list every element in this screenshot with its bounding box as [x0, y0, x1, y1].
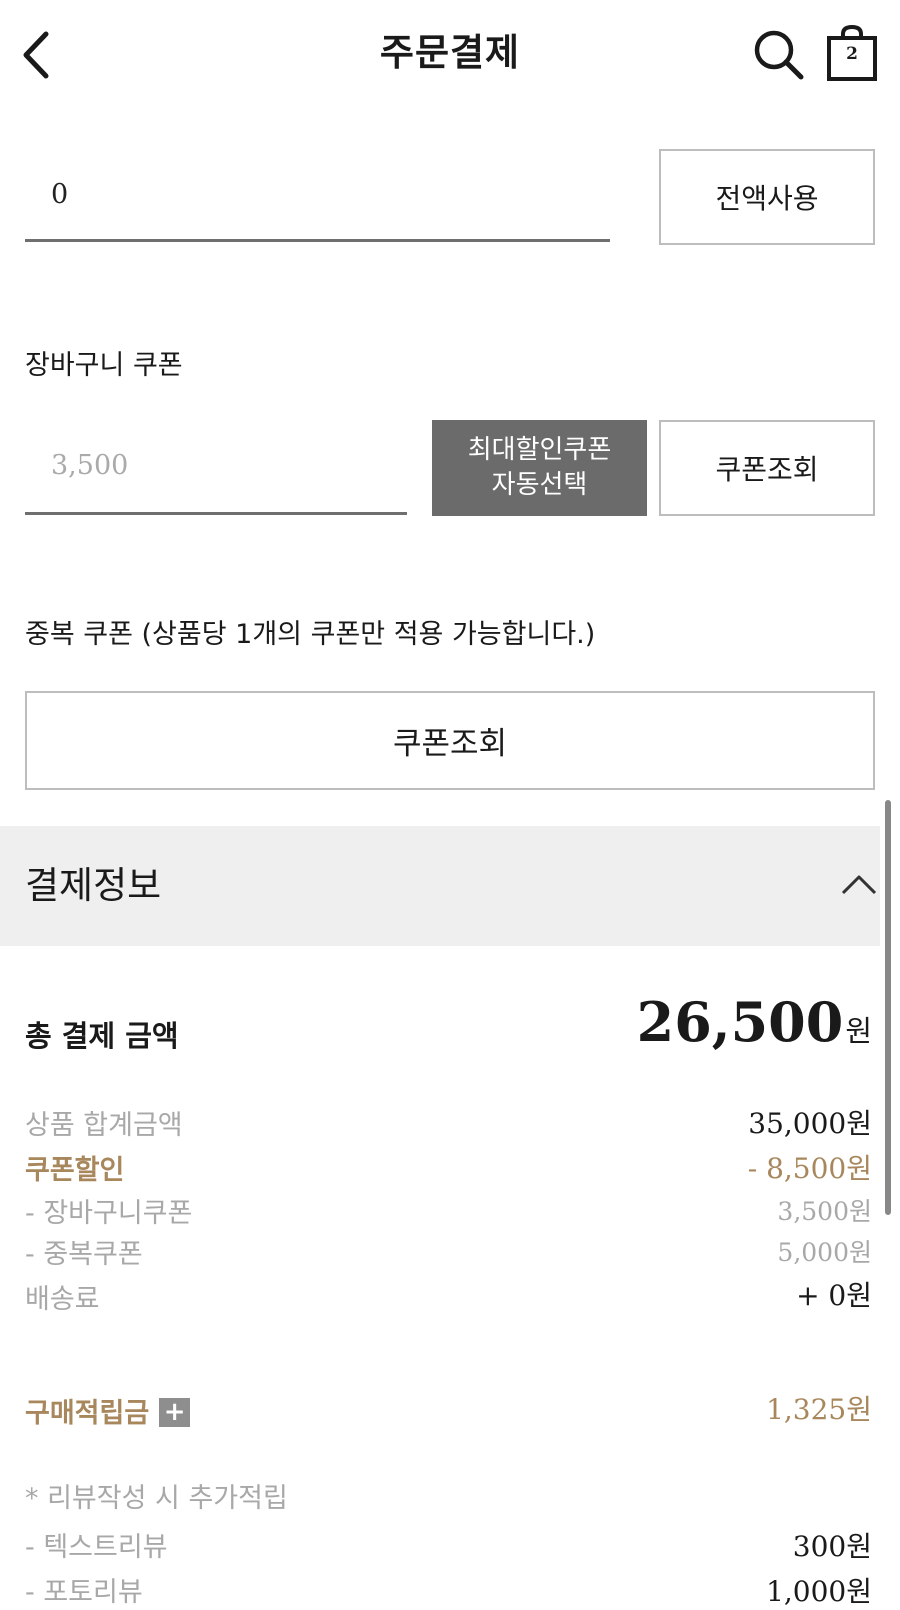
review-bonus-note: * 리뷰작성 시 추가적립: [25, 1483, 288, 1514]
photo-review-label: - 포토리뷰: [25, 1577, 143, 1608]
search-icon[interactable]: [752, 28, 806, 82]
basket-coupon-input[interactable]: [25, 418, 407, 515]
cart-count-badge: 2: [846, 44, 858, 64]
duplicate-coupon-discount-label: - 중복쿠폰: [25, 1239, 143, 1270]
auto-select-label-line1: 최대할인쿠폰: [467, 435, 612, 465]
purchase-reward-value: 1,325원: [766, 1393, 872, 1426]
coupon-discount-label: 쿠폰할인: [25, 1155, 125, 1186]
use-all-points-button[interactable]: 전액사용: [659, 149, 875, 245]
shipping-fee-value: + 0원: [796, 1279, 872, 1312]
subtotal-label: 상품 합계금액: [25, 1110, 183, 1141]
points-input[interactable]: [25, 150, 610, 242]
scrollbar[interactable]: [885, 800, 891, 1215]
duplicate-coupon-search-button[interactable]: 쿠폰조회: [25, 691, 875, 790]
payment-info-title: 결제정보: [25, 864, 162, 907]
subtotal-value: 35,000원: [748, 1107, 872, 1140]
basket-coupon-search-button[interactable]: 쿠폰조회: [659, 420, 875, 516]
auto-select-max-coupon-button[interactable]: 최대할인쿠폰 자동선택: [432, 420, 647, 516]
chevron-up-icon[interactable]: [840, 872, 878, 896]
purchase-reward-row: 구매적립금 +: [25, 1391, 191, 1430]
total-amount-value: 26,500: [636, 990, 844, 1054]
total-payment-amount: 26,500원: [637, 990, 872, 1054]
basket-coupon-discount-label: - 장바구니쿠폰: [25, 1198, 193, 1229]
duplicate-coupon-discount-value: 5,000원: [777, 1238, 872, 1267]
purchase-reward-label: 구매적립금: [25, 1398, 150, 1429]
total-amount-unit: 원: [845, 1014, 872, 1048]
coupon-discount-value: - 8,500원: [747, 1152, 872, 1185]
basket-coupon-discount-value: 3,500원: [777, 1197, 872, 1226]
total-payment-label: 총 결제 금액: [25, 1019, 179, 1053]
auto-select-label-line2: 자동선택: [491, 470, 588, 500]
text-review-label: - 텍스트리뷰: [25, 1532, 168, 1563]
reward-details-plus-icon[interactable]: +: [159, 1398, 191, 1427]
duplicate-coupon-label: 중복 쿠폰 (상품당 1개의 쿠폰만 적용 가능합니다.): [25, 619, 596, 650]
shopping-bag-icon[interactable]: 2: [826, 24, 878, 82]
text-review-value: 300원: [792, 1530, 872, 1563]
photo-review-value: 1,000원: [766, 1575, 872, 1608]
basket-coupon-label: 장바구니 쿠폰: [25, 350, 183, 381]
shipping-fee-label: 배송료: [25, 1284, 100, 1315]
